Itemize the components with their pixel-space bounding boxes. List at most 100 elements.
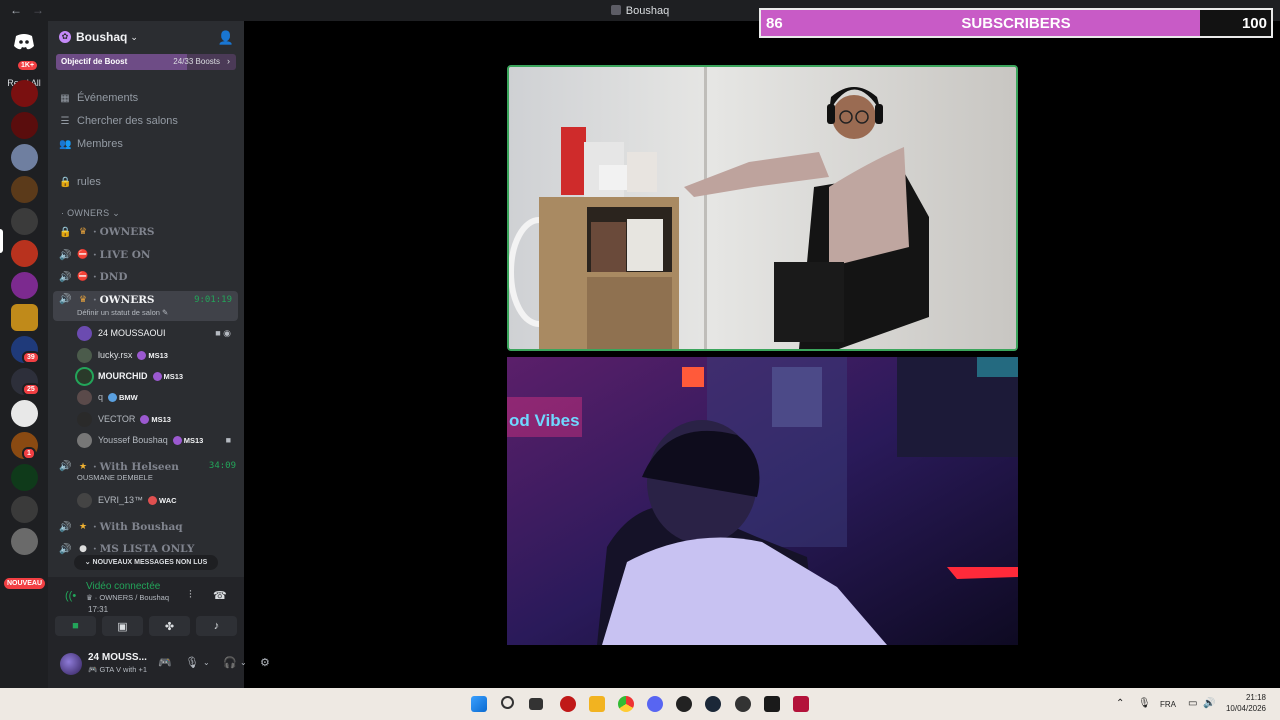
microphone-icon[interactable]: 🎙 [1138, 698, 1151, 709]
voice-channel-helseen[interactable]: 🔊 ★ · With Helseen 34:09 OUSMANE DEMBELE [59, 461, 239, 485]
server-icon-11[interactable] [11, 400, 38, 427]
input-language[interactable]: FRA [1160, 700, 1176, 709]
new-badge[interactable]: NOUVEAU [4, 578, 46, 589]
voice-channel-owners-active[interactable]: 🔊 ♛ · OWNERS 9:01:19 Définir un statut de sal… [53, 291, 238, 321]
volume-icon[interactable]: 🔊 [1203, 698, 1215, 709]
discord-icon[interactable] [647, 696, 663, 712]
gamepad-icon: 🎮 [88, 665, 98, 674]
microphone-icon[interactable]: 🎙 [185, 656, 199, 669]
server-list: 1K+ Read All 39 25 1 NOUVEAU [0, 21, 48, 688]
clan-tag: MS13 [140, 414, 171, 424]
new-unread-messages-button[interactable]: ⌄ NOUVEAUX MESSAGES NON LUS [74, 555, 218, 570]
chevron-up-icon[interactable]: ⌃ [1116, 698, 1124, 709]
settings-gear-icon[interactable]: ⚙ [260, 656, 270, 669]
events-link[interactable]: ▦ Événements [59, 92, 138, 104]
voice-user[interactable]: 24 MOUSSAOUI ■ ◉ [77, 323, 237, 343]
voice-channel-path[interactable]: ♛ · OWNERS / Boushaq [86, 593, 169, 602]
voice-status[interactable]: Vidéo connectée [86, 581, 160, 592]
channel-status: OUSMANE DEMBELE [77, 473, 153, 482]
speaker-icon: 🔊 [59, 294, 72, 305]
set-channel-status[interactable]: Définir un statut de salon ✎ [77, 308, 168, 317]
chevron-down-icon[interactable]: ⌄ [240, 658, 247, 667]
category-owners[interactable]: · OWNERS ⌄ [61, 208, 120, 219]
lock-icon: 🔒 [59, 176, 72, 188]
clan-tag: MS13 [152, 371, 183, 381]
system-clock[interactable]: 21:18 10/04/2026 [1226, 692, 1266, 714]
voice-user[interactable]: VECTOR MS13 [77, 409, 237, 429]
speaker-icon: 🔊 [59, 521, 72, 533]
camera-button[interactable]: ■ [55, 616, 96, 636]
clan-tag: MS13 [172, 435, 203, 445]
voice-channel-boushaq[interactable]: 🔊 ★ · With Boushaq [59, 521, 239, 533]
server-icon-4[interactable] [11, 176, 38, 203]
channel-rules[interactable]: 🔒 rules [59, 176, 101, 188]
chrome-icon[interactable] [618, 696, 634, 712]
speaker-icon: 🔊 [59, 249, 72, 261]
server-icon-3[interactable] [11, 144, 38, 171]
voice-channel-live-on[interactable]: 🔊 ⛔ · LIVE ON [59, 249, 239, 261]
browse-channels-link[interactable]: ☰ Chercher des salons [59, 115, 178, 127]
star-emoji-icon: ★ [78, 522, 88, 532]
discord-home-icon[interactable] [11, 29, 37, 55]
server-badge: 25 [22, 383, 40, 396]
server-icon-14[interactable] [11, 496, 38, 523]
server-name: Boushaq [76, 30, 128, 44]
circle-emoji-icon: ● [79, 544, 87, 554]
disconnect-icon[interactable]: ☎ [213, 589, 227, 602]
server-icon-6[interactable] [11, 240, 38, 267]
members-link[interactable]: 👥 Membres [59, 138, 123, 150]
user-name[interactable]: 24 MOUSS... [88, 652, 147, 663]
voice-user[interactable]: MOURCHID MS13 [77, 366, 237, 386]
steam-icon[interactable] [705, 696, 721, 712]
server-icon-15[interactable] [11, 528, 38, 555]
voice-channel-owners-locked[interactable]: 🔒 ♛ · OWNERS [59, 226, 239, 238]
svg-text:od Vibes: od Vibes [509, 411, 580, 430]
crown-emoji-icon: ♛ [78, 227, 88, 237]
obs-icon[interactable] [735, 696, 751, 712]
server-icon-7[interactable] [11, 272, 38, 299]
nvidia-icon[interactable] [764, 696, 780, 712]
noise-suppression-icon[interactable]: ⫶ [189, 589, 192, 602]
windows-start-icon[interactable] [471, 696, 487, 712]
voice-user[interactable]: Youssef Boushaq MS13 ■ [77, 430, 237, 450]
video-tile-1[interactable] [507, 65, 1018, 351]
speaker-icon: 🔊 [59, 543, 72, 555]
app-icon-pink[interactable] [793, 696, 809, 712]
voice-channel-dnd[interactable]: 🔊 ⛔ · DND [59, 271, 239, 283]
activities-button[interactable]: ✤ [149, 616, 190, 636]
video-tile-2[interactable]: od Vibes [507, 357, 1018, 645]
server-header[interactable]: ✿ Boushaq ⌄ 👤 [48, 21, 244, 53]
search-icon[interactable] [501, 696, 514, 709]
avatar[interactable] [60, 653, 82, 675]
server-icon-boushaq[interactable] [11, 208, 38, 235]
mentions-badge: 1K+ [18, 61, 38, 70]
app-icon-red[interactable] [560, 696, 576, 712]
user-panel: 24 MOUSS... 🎮 GTA V with +1 🎮 🎙 ⌄ 🎧 ⌄ ⚙ [48, 648, 270, 688]
voice-user[interactable]: EVRI_13™ WAC [77, 490, 237, 510]
boost-goal-bar[interactable]: Objectif de Boost 24/33 Boosts › [56, 54, 236, 70]
headphones-icon[interactable]: 🎧 [223, 656, 237, 669]
server-icon-8[interactable] [11, 304, 38, 331]
signal-icon[interactable]: ((• [65, 590, 76, 602]
network-icon[interactable]: ▭ [1188, 698, 1197, 709]
server-icon-13[interactable] [11, 464, 38, 491]
chevron-down-icon[interactable]: ⌄ [203, 658, 210, 667]
add-member-icon[interactable]: 👤 [218, 30, 234, 46]
video-camera-icon: ■ [72, 620, 79, 632]
file-explorer-icon[interactable] [589, 696, 605, 712]
boost-count: 24/33 Boosts [173, 57, 220, 66]
voice-user[interactable]: lucky.rsx MS13 [77, 345, 237, 365]
server-icon-1[interactable] [11, 80, 38, 107]
subscriber-goal: 100 [1241, 15, 1267, 32]
soundboard-button[interactable]: ♪ [196, 616, 237, 636]
app-icon-dark[interactable] [676, 696, 692, 712]
server-icon-2[interactable] [11, 112, 38, 139]
clan-tag: WAC [148, 495, 177, 505]
clan-tag: BMW [108, 392, 138, 402]
voice-user[interactable]: q BMW [77, 387, 237, 407]
webcam-feed-2: od Vibes [507, 357, 1018, 645]
task-view-icon[interactable] [529, 698, 543, 710]
screen-share-button[interactable]: ▣ [102, 616, 143, 636]
voice-channel-ms-lista[interactable]: 🔊 ● · MS LISTA ONLY [59, 543, 239, 555]
gamepad-icon[interactable]: 🎮 [158, 656, 172, 669]
